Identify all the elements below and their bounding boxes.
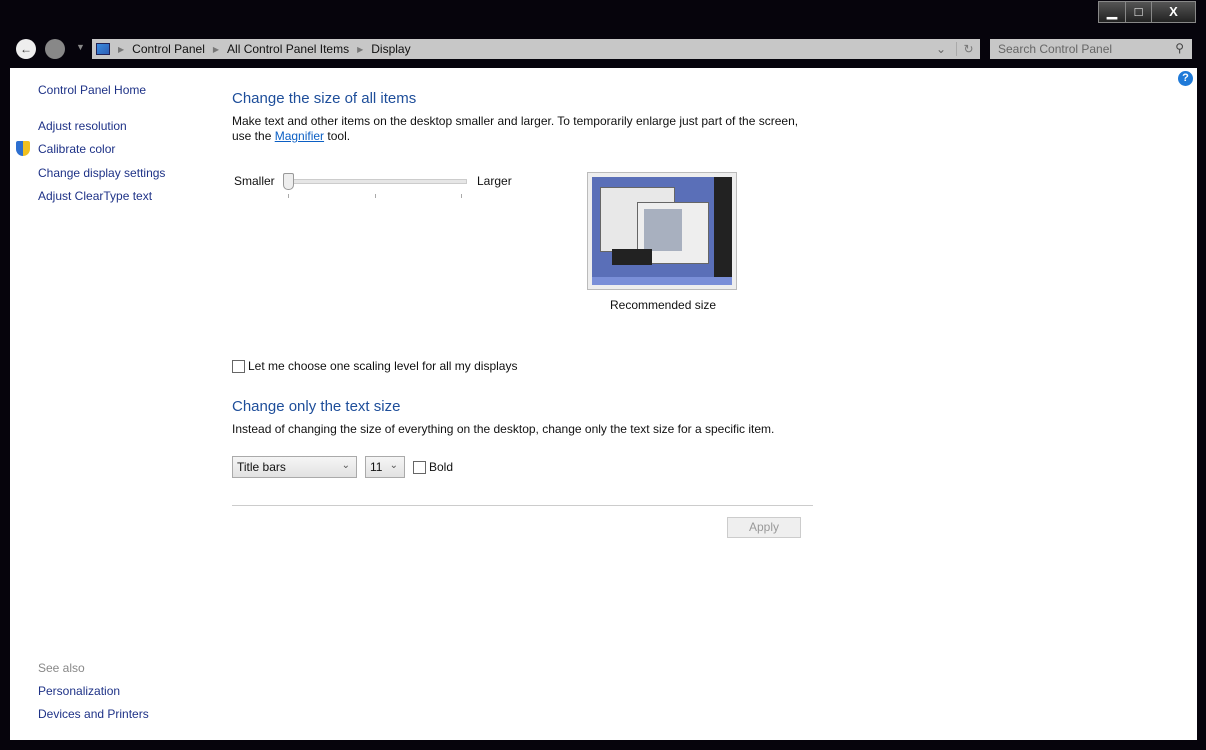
see-also-personalization[interactable]: Personalization — [38, 684, 120, 698]
magnifier-link[interactable]: Magnifier — [275, 129, 324, 143]
forward-button[interactable] — [45, 39, 65, 59]
apply-button[interactable]: Apply — [727, 517, 801, 538]
see-also-heading: See also — [38, 661, 85, 675]
breadcrumb-all-items[interactable]: All Control Panel Items — [227, 42, 349, 56]
chevron-down-icon: ⌄ — [341, 460, 350, 471]
size-slider-thumb[interactable] — [283, 173, 294, 190]
slider-max-label: Larger — [477, 174, 512, 188]
maximize-button[interactable]: □ — [1126, 2, 1152, 22]
address-bar[interactable]: ▶ Control Panel ▶ All Control Panel Item… — [92, 39, 980, 59]
font-size-select[interactable]: 11 ⌄ — [365, 456, 405, 478]
search-icon: ⚲ — [1175, 41, 1184, 55]
chevron-down-icon: ⌄ — [389, 460, 398, 471]
sidebar-item-adjust-cleartype[interactable]: Adjust ClearType text — [38, 189, 152, 203]
control-panel-icon — [96, 43, 110, 55]
bold-checkbox[interactable] — [413, 461, 426, 474]
size-slider-track[interactable] — [288, 179, 467, 184]
slider-tick — [375, 194, 376, 198]
display-preview-image — [587, 172, 737, 290]
section-title-text-size: Change only the text size — [232, 398, 401, 415]
shield-icon — [16, 141, 30, 156]
text-size-description: Instead of changing the size of everythi… — [232, 422, 775, 436]
sidebar-home[interactable]: Control Panel Home — [38, 83, 146, 97]
close-button[interactable]: X — [1152, 2, 1195, 22]
content-area: ? Control Panel Home Adjust resolution C… — [10, 68, 1197, 740]
section-description: Make text and other items on the desktop… — [232, 114, 799, 143]
breadcrumb-control-panel[interactable]: Control Panel — [132, 42, 205, 56]
search-input[interactable]: Search Control Panel ⚲ — [990, 39, 1192, 59]
preview-caption: Recommended size — [610, 298, 717, 312]
back-button[interactable]: ← — [16, 39, 36, 59]
slider-min-label: Smaller — [234, 174, 275, 188]
breadcrumb-display[interactable]: Display — [371, 42, 410, 56]
item-select[interactable]: Title bars ⌄ — [232, 456, 357, 478]
divider — [232, 505, 813, 506]
address-dropdown-icon[interactable]: ⌄ — [926, 42, 956, 56]
sidebar-item-change-display-settings[interactable]: Change display settings — [38, 166, 165, 180]
slider-tick — [288, 194, 289, 198]
sidebar-item-adjust-resolution[interactable]: Adjust resolution — [38, 119, 127, 133]
scaling-checkbox-label[interactable]: Let me choose one scaling level for all … — [248, 359, 517, 373]
bold-label[interactable]: Bold — [429, 460, 453, 474]
slider-tick — [461, 194, 462, 198]
scaling-checkbox[interactable] — [232, 360, 245, 373]
recent-pages-dropdown[interactable]: ▼ — [76, 42, 85, 52]
minimize-button[interactable]: ▁ — [1099, 2, 1126, 22]
section-title-size: Change the size of all items — [232, 90, 417, 107]
window-controls: ▁ □ X — [1098, 1, 1196, 23]
sidebar-item-calibrate-color[interactable]: Calibrate color — [38, 142, 115, 156]
refresh-icon[interactable]: ↻ — [956, 42, 980, 56]
help-icon[interactable]: ? — [1178, 71, 1193, 86]
see-also-devices-printers[interactable]: Devices and Printers — [38, 707, 149, 721]
